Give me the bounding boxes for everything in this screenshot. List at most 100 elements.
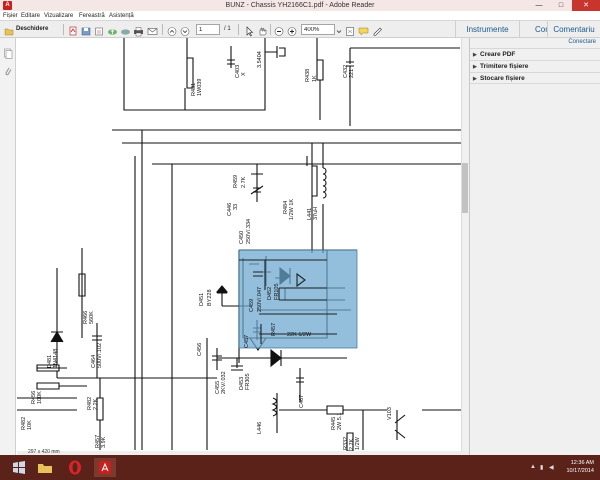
schematic-label: D451: [199, 293, 205, 306]
schematic-label: BY228: [207, 289, 213, 306]
document-view[interactable]: R431 1W039 C403 X 3.5404 R438 1K C432 221 R459 2.7…: [17, 38, 461, 451]
panel-item-send-files[interactable]: ▶ Trimitere fișiere: [470, 60, 600, 72]
menu-view[interactable]: Vizualizare: [44, 12, 73, 20]
menu-help[interactable]: Asistență: [109, 12, 134, 20]
panel-item-create-pdf[interactable]: ▶ Creare PDF: [470, 48, 600, 60]
panel-item-label: Trimitere fișiere: [480, 63, 529, 70]
toolbar-separator: [162, 24, 163, 35]
schematic-label: FR105: [274, 283, 280, 300]
create-pdf-icon[interactable]: [68, 24, 78, 36]
menu-file[interactable]: Fișier: [3, 12, 18, 20]
schematic-label: C450: [239, 231, 245, 244]
network-icon[interactable]: ▮: [540, 464, 543, 471]
windows-start-icon[interactable]: [8, 458, 30, 477]
title-bar: A BUNZ - Chassis YH2166C1.pdf - Adobe Re…: [0, 0, 600, 11]
menu-edit[interactable]: Editare: [21, 12, 40, 20]
schematic-label: 250V/.047: [257, 287, 263, 312]
email-icon[interactable]: [147, 24, 158, 35]
schematic-label: V103: [387, 407, 393, 420]
tray-arrow-icon[interactable]: ▲: [530, 464, 536, 470]
schematic-label: 1K: [312, 75, 318, 82]
panel-item-label: Creare PDF: [480, 51, 516, 58]
schematic-label: 2.7K: [241, 176, 247, 188]
next-page-icon[interactable]: [180, 24, 190, 36]
chevron-down-icon[interactable]: [336, 24, 342, 35]
schematic-label: 1W039: [197, 79, 203, 96]
zoom-in-icon[interactable]: [287, 24, 297, 36]
adobe-reader-taskbar-icon[interactable]: [94, 458, 116, 477]
menu-bar: Fișier Editare Vizualizare Fereastră Asi…: [0, 11, 600, 21]
panel-item-label: Stocare fișiere: [480, 75, 525, 82]
schematic-label: 10K: [27, 420, 33, 430]
panel-item-store-files[interactable]: ▶ Stocare fișiere: [470, 72, 600, 84]
toolbar: Deschidere / 1: [0, 21, 600, 51]
vertical-scrollbar[interactable]: [461, 38, 469, 451]
hand-tool-icon[interactable]: [257, 24, 267, 36]
schematic-label: X: [241, 72, 247, 76]
schematic-label: FR305: [245, 373, 251, 390]
toolbar-separator: [63, 24, 64, 35]
schematic-label: 2W 5.1: [337, 413, 343, 430]
cloud-upload-icon[interactable]: [107, 24, 117, 35]
select-cursor-icon[interactable]: [244, 24, 254, 37]
schematic-label: C459: [249, 299, 255, 312]
schematic-label: 221: [349, 69, 355, 78]
scrollbar-thumb[interactable]: [462, 163, 468, 213]
tools-panel: Conectare ▶ Creare PDF ▶ Trimitere fișie…: [469, 38, 600, 455]
schematic-label: 560K: [89, 311, 95, 324]
share-icon[interactable]: [94, 24, 104, 36]
clock-time: 12:36 AM: [570, 460, 594, 466]
close-button[interactable]: ✕: [572, 0, 600, 11]
schematic-label: 1/2W 1K: [289, 199, 295, 220]
schematic-label: L446: [257, 422, 263, 434]
file-explorer-icon[interactable]: [34, 458, 56, 477]
schematic-label: 3.5404: [257, 51, 263, 68]
page-total: / 1: [224, 26, 231, 32]
taskbar: ▲ ▮ ◀ 12:36 AM 10/17/2014: [0, 455, 600, 480]
window-title: BUNZ - Chassis YH2166C1.pdf - Adobe Read…: [225, 2, 375, 9]
taskbar-clock[interactable]: 12:36 AM 10/17/2014: [566, 459, 594, 475]
circuit-schematic: R431 1W039C403 X3.5404R438 1KC432 221R459 2.7…: [17, 38, 461, 451]
maximize-button[interactable]: □: [550, 0, 572, 11]
attachment-paperclip-icon[interactable]: [3, 64, 13, 82]
schematic-label: 33: [233, 204, 239, 210]
toolbar-separator: [270, 24, 271, 35]
pages-thumbnail-icon[interactable]: [3, 46, 13, 64]
schematic-label: D452: [267, 287, 273, 300]
folder-icon[interactable]: [4, 24, 14, 36]
previous-page-icon[interactable]: [167, 24, 177, 36]
print-icon[interactable]: [133, 24, 143, 37]
schematic-label: 100K: [37, 391, 43, 404]
save-icon[interactable]: [81, 24, 91, 36]
schematic-label: 1/2W: [355, 436, 361, 450]
schematic-label: R459: [233, 175, 239, 188]
zoom-level-input[interactable]: [301, 24, 335, 35]
schematic-label: 2KV/.032: [221, 371, 227, 394]
schematic-label: R457: [271, 323, 277, 336]
schematic-label: 1N4148: [53, 349, 59, 368]
cloud-icon[interactable]: [120, 24, 130, 35]
schematic-label: 37uH: [313, 207, 319, 220]
page-number-input[interactable]: [196, 24, 220, 35]
schematic-label: R438: [305, 69, 311, 82]
adobe-reader-window: A BUNZ - Chassis YH2166C1.pdf - Adobe Re…: [0, 0, 600, 480]
fit-page-icon[interactable]: [345, 24, 355, 36]
tab-comment[interactable]: Comentariu: [547, 21, 600, 38]
schematic-label: 500V/.102: [97, 343, 103, 368]
open-button[interactable]: Deschidere: [16, 24, 48, 35]
clock-date: 10/17/2014: [566, 468, 594, 474]
tab-tools[interactable]: Instrumente: [455, 21, 519, 38]
opera-browser-icon[interactable]: [64, 458, 86, 477]
sign-icon[interactable]: [372, 24, 382, 36]
schematic-label: C467: [299, 395, 305, 408]
zoom-out-icon[interactable]: [274, 24, 284, 36]
schematic-label: C456: [197, 343, 203, 356]
minimize-button[interactable]: —: [528, 0, 550, 11]
menu-window[interactable]: Fereastră: [79, 12, 105, 20]
schematic-label: C457: [244, 335, 250, 348]
schematic-label: 22K 1/2W: [287, 332, 312, 338]
comment-icon[interactable]: [358, 24, 369, 36]
connect-link[interactable]: Conectare: [568, 39, 596, 45]
volume-icon[interactable]: ◀: [549, 464, 554, 471]
toolbar-separator: [238, 24, 239, 35]
